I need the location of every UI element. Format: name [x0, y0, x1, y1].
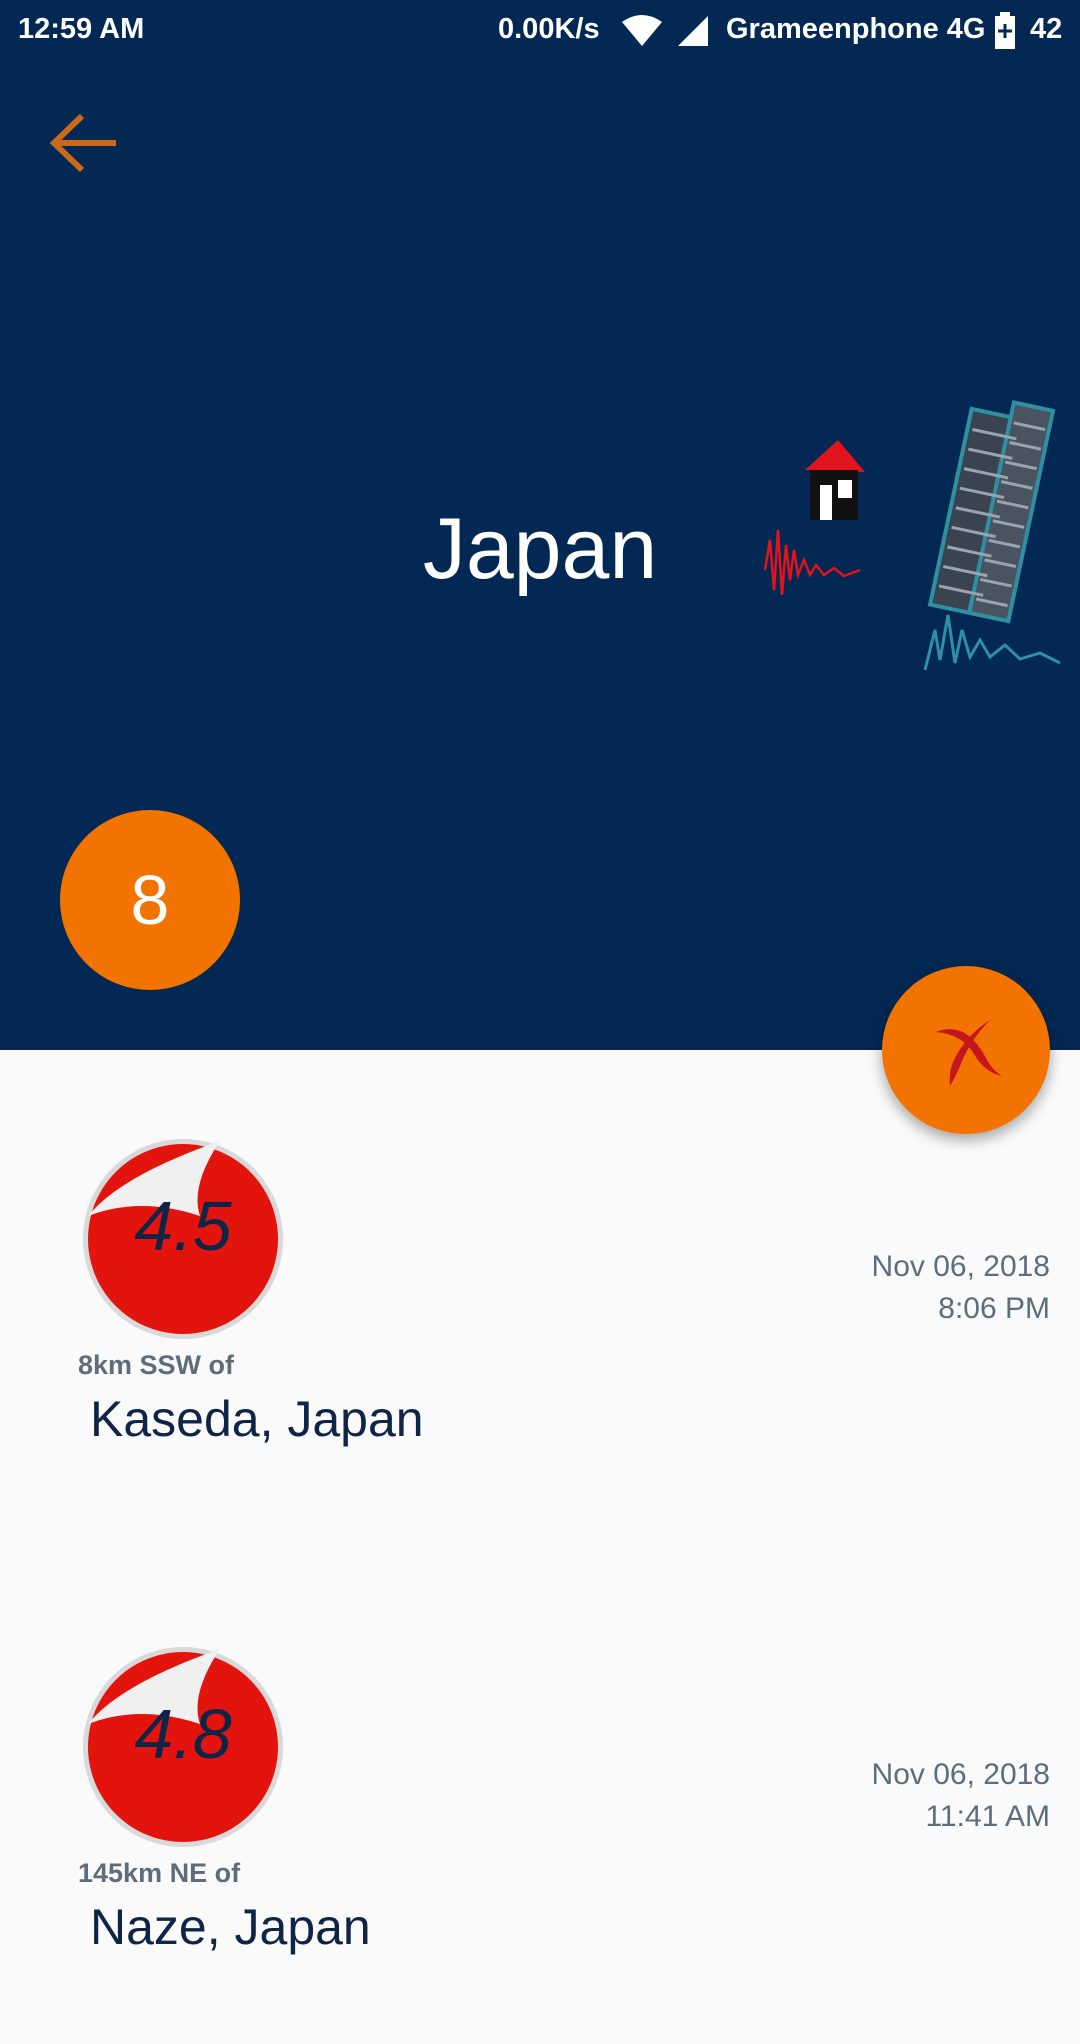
- filter-fab-button[interactable]: [882, 966, 1050, 1134]
- quake-list-item[interactable]: 4.8 145km NE of Naze, Japan Nov 06, 2018…: [0, 1644, 1080, 2044]
- network-speed: 0.00K/s: [498, 13, 600, 45]
- signal-icon: [676, 14, 710, 56]
- date-time: Nov 06, 2018 8:06 PM: [872, 1246, 1050, 1330]
- house-quake-illustration: [760, 430, 880, 605]
- time-text: 8:06 PM: [938, 1292, 1050, 1325]
- wifi-icon: [620, 14, 664, 56]
- country-title: Japan: [422, 501, 658, 597]
- magnitude-value: 4.8: [134, 1695, 232, 1773]
- status-time: 12:59 AM: [18, 13, 145, 45]
- close-brush-icon: [936, 1020, 1002, 1086]
- status-bar: 12:59 AM 0.00K/s Grameenphone 4G 42: [0, 0, 1080, 62]
- place-name: Kaseda, Japan: [90, 1391, 424, 1447]
- arrow-left-icon: [49, 113, 116, 173]
- event-count-badge: 8: [60, 810, 240, 990]
- back-button[interactable]: [44, 108, 124, 178]
- building-quake-illustration: [920, 395, 1080, 690]
- date-text: Nov 06, 2018: [871, 1758, 1050, 1791]
- header-panel: 12:59 AM 0.00K/s Grameenphone 4G 42 Japa…: [0, 0, 1080, 1050]
- time-text: 11:41 AM: [925, 1800, 1050, 1833]
- battery-level: 42: [1030, 13, 1063, 45]
- carrier-name: Grameenphone 4G: [726, 13, 986, 45]
- quake-list-item[interactable]: 4.5 8km SSW of Kaseda, Japan Nov 06, 201…: [0, 1136, 1080, 1536]
- distance-text: 8km SSW of: [78, 1350, 235, 1380]
- date-time: Nov 06, 2018 11:41 AM: [872, 1754, 1050, 1838]
- date-text: Nov 06, 2018: [871, 1250, 1050, 1283]
- magnitude-value: 4.5: [134, 1187, 232, 1265]
- distance-text: 145km NE of: [78, 1858, 241, 1888]
- battery-icon: [994, 12, 1016, 58]
- place-name: Naze, Japan: [90, 1899, 371, 1955]
